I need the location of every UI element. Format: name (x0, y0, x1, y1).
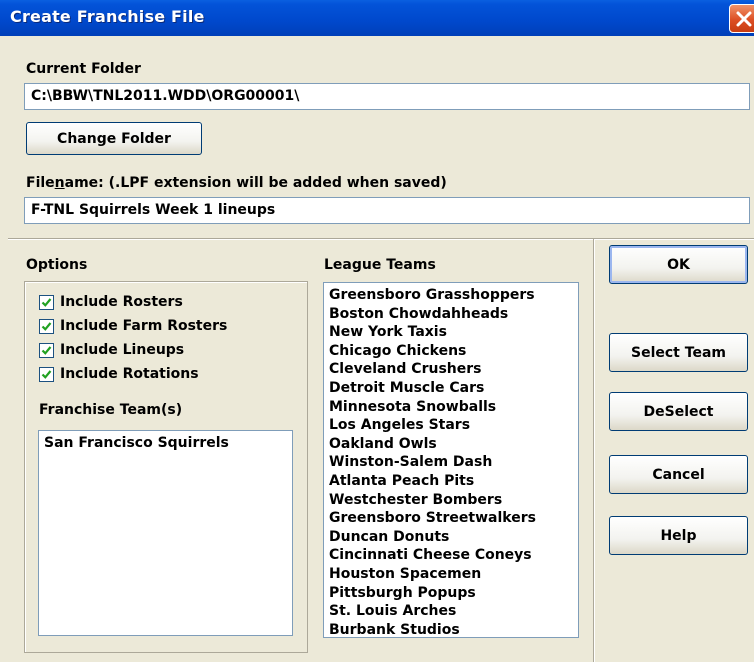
list-item[interactable]: Atlanta Peach Pits (324, 472, 578, 491)
list-item[interactable]: Boston Chowdahheads (324, 305, 578, 324)
league-teams-label: League Teams (324, 257, 436, 273)
league-teams-list[interactable]: Greensboro Grasshoppers Boston Chowdahhe… (323, 282, 579, 638)
ok-button[interactable]: OK (609, 245, 748, 284)
include-lineups-checkbox[interactable]: Include Lineups (39, 338, 227, 362)
filename-label: Filename: (.LPF extension will be added … (26, 175, 447, 191)
franchise-teams-label: Franchise Team(s) (39, 402, 183, 418)
checkmark-icon (41, 321, 52, 331)
include-lineups-label: Include Lineups (60, 342, 185, 358)
list-item[interactable]: Cincinnati Cheese Coneys (324, 546, 578, 565)
title-bar[interactable]: Create Franchise File (0, 0, 754, 36)
help-button[interactable]: Help (609, 516, 748, 555)
include-rotations-checkbox[interactable]: Include Rotations (39, 362, 227, 386)
options-checkbox-list: Include Rosters Include Farm Rosters Inc… (39, 290, 227, 386)
checkmark-icon (41, 369, 52, 379)
list-item[interactable]: Greensboro Streetwalkers (324, 509, 578, 528)
vertical-divider (593, 239, 595, 662)
list-item[interactable]: Cleveland Crushers (324, 360, 578, 379)
horizontal-divider (8, 238, 754, 240)
list-item[interactable]: Winston-Salem Dash (324, 453, 578, 472)
checkbox-box[interactable] (39, 294, 54, 310)
list-item[interactable]: St. Louis Arches (324, 602, 578, 621)
deselect-button[interactable]: DeSelect (609, 392, 748, 431)
list-item[interactable]: Burbank Studios (324, 621, 578, 637)
list-item[interactable]: Houston Spacemen (324, 565, 578, 584)
include-farm-rosters-checkbox[interactable]: Include Farm Rosters (39, 314, 227, 338)
list-item[interactable]: San Francisco Squirrels (39, 434, 292, 453)
checkbox-box[interactable] (39, 366, 54, 382)
list-item[interactable]: New York Taxis (324, 323, 578, 342)
include-rotations-label: Include Rotations (60, 366, 199, 382)
list-item[interactable]: Greensboro Grasshoppers (324, 286, 578, 305)
include-rosters-label: Include Rosters (60, 294, 183, 310)
include-rosters-checkbox[interactable]: Include Rosters (39, 290, 227, 314)
close-button[interactable] (729, 4, 754, 33)
close-icon (736, 11, 752, 27)
select-team-button[interactable]: Select Team (609, 333, 748, 372)
franchise-teams-list[interactable]: San Francisco Squirrels (38, 430, 293, 636)
change-folder-button[interactable]: Change Folder (26, 122, 202, 155)
include-farm-rosters-label: Include Farm Rosters (60, 318, 228, 334)
current-folder-field[interactable]: C:\BBW\TNL2011.WDD\ORG00001\ (24, 83, 750, 110)
list-item[interactable]: Minnesota Snowballs (324, 398, 578, 417)
checkbox-box[interactable] (39, 318, 54, 334)
list-item[interactable]: Detroit Muscle Cars (324, 379, 578, 398)
checkbox-box[interactable] (39, 342, 54, 358)
options-label: Options (26, 257, 88, 273)
filename-field[interactable]: F-TNL Squirrels Week 1 lineups (24, 197, 750, 224)
checkmark-icon (41, 345, 52, 355)
list-item[interactable]: Los Angeles Stars (324, 416, 578, 435)
cancel-button[interactable]: Cancel (609, 455, 748, 494)
list-item[interactable]: Chicago Chickens (324, 342, 578, 361)
list-item[interactable]: Duncan Donuts (324, 528, 578, 547)
list-item[interactable]: Oakland Owls (324, 435, 578, 454)
current-folder-label: Current Folder (26, 61, 141, 77)
list-item[interactable]: Pittsburgh Popups (324, 584, 578, 603)
checkmark-icon (41, 297, 52, 307)
list-item[interactable]: Westchester Bombers (324, 491, 578, 510)
window-title: Create Franchise File (10, 7, 205, 26)
